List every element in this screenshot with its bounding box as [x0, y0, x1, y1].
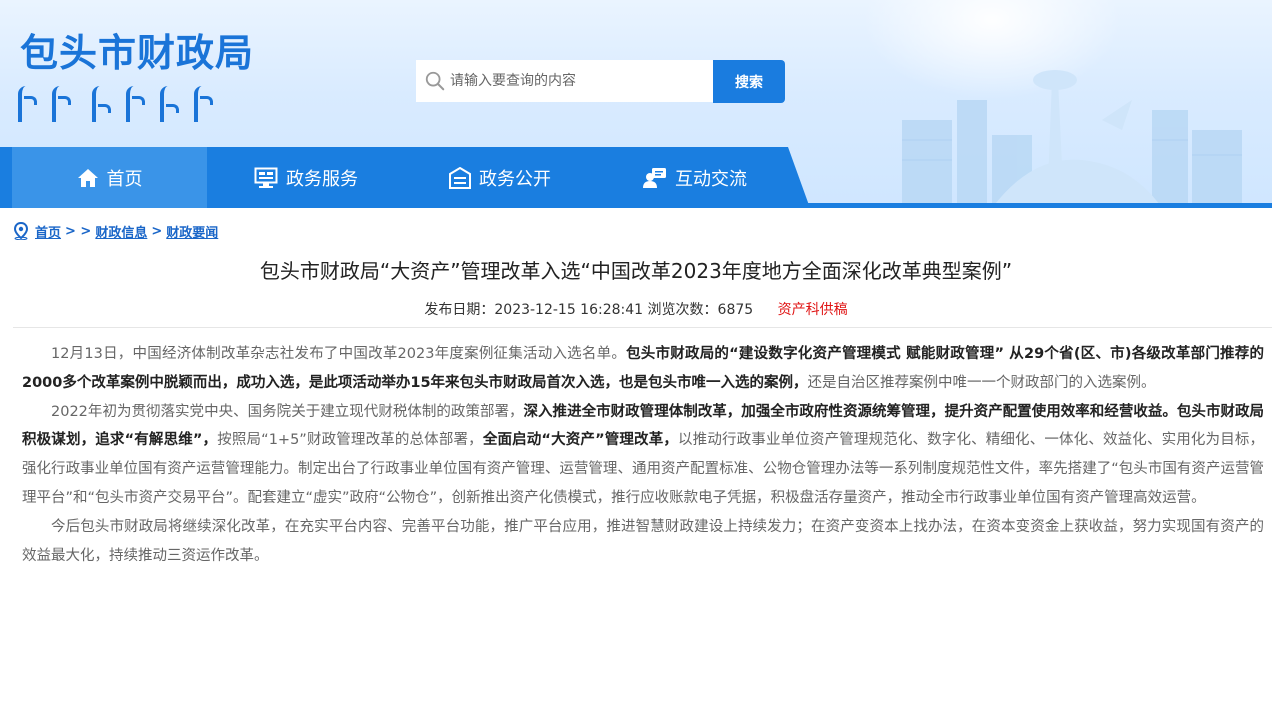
view-count-label: 浏览次数：	[647, 302, 718, 318]
paragraph: 2022年初为贯彻落实党中央、国务院关于建立现代财税体制的政策部署，深入推进全市…	[22, 398, 1264, 513]
mongolian-glyph	[160, 86, 179, 122]
mongolian-glyph	[194, 86, 216, 122]
home-icon	[77, 168, 98, 187]
paragraph: 今后包头市财政局将继续深化改革，在充实平台内容、完善平台功能，推广平台应用，推进…	[22, 513, 1264, 571]
search-button[interactable]: 搜索	[713, 60, 785, 103]
breadcrumb-home-link[interactable]: 首页	[35, 222, 61, 241]
site-title[interactable]: 包头市财政局	[20, 22, 254, 77]
nav-item-label: 首页	[106, 168, 143, 190]
nav-item-label: 互动交流	[675, 168, 747, 190]
nav-item-government-services[interactable]: 政务服务	[236, 147, 376, 208]
paragraph-text: 今后包头市财政局将继续深化改革，在充实平台内容、完善平台功能，推广平台应用，推进…	[22, 518, 1264, 564]
mongolian-glyph	[18, 86, 37, 122]
nav-item-interaction[interactable]: 互动交流	[625, 147, 765, 208]
nav-item-home[interactable]: 首页	[12, 147, 207, 208]
paragraph: 12月13日，中国经济体制改革杂志社发布了中国改革2023年度案例征集活动入选名…	[22, 340, 1264, 398]
mongolian-glyph	[126, 86, 145, 122]
publish-date-label: 发布日期：	[424, 302, 495, 318]
location-pin-icon	[13, 222, 29, 240]
breadcrumb: 首页 > > 财政信息 > 财政要闻	[13, 221, 218, 241]
search-icon	[425, 71, 445, 91]
chat-user-icon	[643, 167, 666, 188]
paragraph-text: 2022年初为贯彻落实党中央、国务院关于建立现代财税体制的政策部署，	[51, 403, 524, 420]
paragraph-text: 还是自治区推荐案例中唯一一个财政部门的入选案例。	[807, 374, 1156, 391]
monitor-icon	[254, 167, 278, 188]
paragraph-text: 按照局“1+5”财政管理改革的总体部署，	[217, 432, 483, 449]
paragraph-text: 12月13日，中国经济体制改革杂志社发布了中国改革2023年度案例征集活动入选名…	[51, 346, 627, 362]
breadcrumb-finance-info-link[interactable]: 财政信息	[95, 222, 147, 241]
paragraph-text-emphasis: 全面启动“大资产”管理改革，	[482, 432, 679, 449]
mongolian-script-logo	[18, 86, 216, 122]
search-input[interactable]	[450, 61, 710, 101]
nav-item-label: 政务服务	[286, 168, 358, 190]
article-body: 12月13日，中国经济体制改革杂志社发布了中国改革2023年度案例征集活动入选名…	[22, 340, 1264, 570]
article-source: 资产科供稿	[777, 302, 848, 318]
mongolian-glyph	[92, 86, 111, 122]
article-meta: 发布日期：2023-12-15 16:28:41 浏览次数：6875 资产科供稿	[0, 299, 1272, 319]
publish-date: 2023-12-15 16:28:41	[494, 302, 644, 318]
breadcrumb-finance-news-link[interactable]: 财政要闻	[166, 222, 218, 241]
nav-item-label: 政务公开	[479, 168, 551, 190]
divider	[13, 327, 1272, 328]
article-title: 包头市财政局“大资产”管理改革入选“中国改革2023年度地方全面深化改革典型案例…	[259, 259, 1013, 283]
view-count: 6875	[717, 302, 754, 318]
building-icon	[449, 166, 471, 189]
breadcrumb-separator: > >	[65, 223, 92, 239]
search-box	[416, 60, 713, 102]
breadcrumb-separator: >	[151, 223, 163, 239]
main-nav: 首页 政务服务 政务公开 互动交流	[0, 147, 1272, 208]
mongolian-glyph	[52, 86, 74, 122]
nav-item-public-affairs[interactable]: 政务公开	[430, 147, 570, 208]
